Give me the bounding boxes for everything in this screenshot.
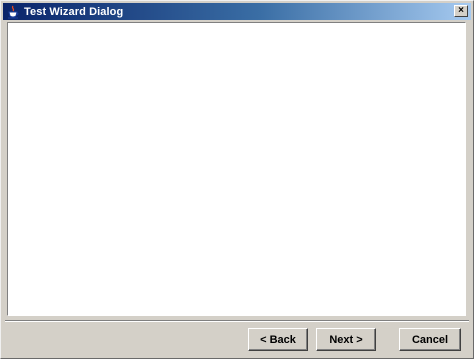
close-icon: × xyxy=(458,5,464,16)
wizard-dialog-window: Test Wizard Dialog × < Back Next > Cance… xyxy=(0,0,474,359)
next-button[interactable]: Next > xyxy=(316,328,376,351)
window-title: Test Wizard Dialog xyxy=(24,5,124,18)
java-cup-icon xyxy=(7,5,19,19)
back-button[interactable]: < Back xyxy=(248,328,308,351)
cancel-button[interactable]: Cancel xyxy=(399,328,461,351)
close-button[interactable]: × xyxy=(454,5,468,17)
button-bar-separator xyxy=(5,320,469,322)
button-bar: < Back Next > Cancel xyxy=(1,323,473,357)
title-bar[interactable]: Test Wizard Dialog × xyxy=(3,3,471,20)
wizard-content-panel xyxy=(7,22,466,316)
